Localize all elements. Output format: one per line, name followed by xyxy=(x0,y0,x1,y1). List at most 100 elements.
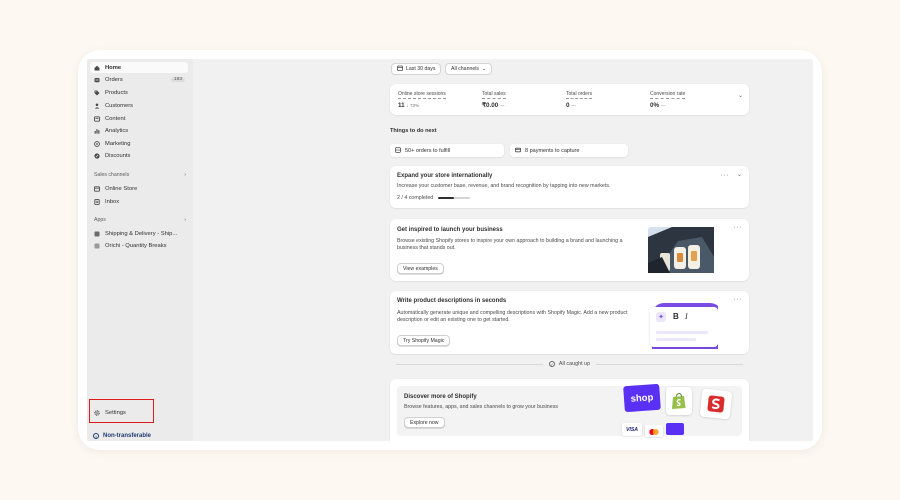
shopify-logo xyxy=(666,387,692,415)
settings-highlight-box xyxy=(89,399,154,423)
metrics-card[interactable]: Online store sessions 11 ↓ 73% Total sal… xyxy=(390,84,749,115)
metric-total-orders[interactable]: Total orders 0 — xyxy=(566,91,593,109)
task-label: 8 payments to capture xyxy=(525,147,580,154)
channels-label: All channels xyxy=(451,66,479,72)
all-caught-up-label: All caught up xyxy=(558,361,591,367)
card-title: Write product descriptions in seconds xyxy=(397,298,507,304)
metric-delta: — xyxy=(500,103,505,108)
metric-delta: ↓ 73% xyxy=(406,103,420,108)
card-title: Get inspired to launch your business xyxy=(397,227,503,233)
more-options-icon[interactable]: ··· xyxy=(734,224,743,231)
sales-channels-header[interactable]: Sales channels › xyxy=(94,172,186,178)
task-label: 50+ orders to fulfill xyxy=(405,147,451,154)
non-transferable-label: Non-transferable xyxy=(103,433,152,439)
magic-editor-illustration: ✦ B I xyxy=(648,301,718,349)
card-description: Browse features, apps, and sales channel… xyxy=(404,404,558,410)
apps-header[interactable]: Apps › xyxy=(94,217,186,223)
orders-count-badge: 193 xyxy=(170,77,185,82)
all-caught-up-divider: ✓ All caught up xyxy=(390,361,749,367)
sidebar-item-label: Customers xyxy=(105,102,134,109)
sidebar-item-customers[interactable]: Customers xyxy=(90,100,188,111)
non-transferable-notice[interactable]: i Non-transferable xyxy=(93,433,151,439)
sidebar-item-orichi-app[interactable]: Orichi - Quantity Breaks xyxy=(90,240,188,251)
info-icon: i xyxy=(93,433,99,439)
payment-icon xyxy=(515,147,521,155)
metric-label: Conversion rate xyxy=(650,91,686,99)
content-icon xyxy=(94,115,100,122)
things-to-do-heading: Things to do next xyxy=(390,128,437,134)
sidebar-item-inbox[interactable]: Inbox xyxy=(90,196,188,207)
tag-icon xyxy=(94,90,100,96)
try-shopify-magic-button[interactable]: Try Shopify Magic xyxy=(397,335,451,346)
expand-internationally-card[interactable]: Expand your store internationally Increa… xyxy=(390,166,749,208)
metric-value: 0% xyxy=(650,102,660,109)
sidebar-item-label: Products xyxy=(105,89,128,96)
explore-now-button[interactable]: Explore now xyxy=(404,417,445,428)
chevron-down-icon[interactable]: ⌄ xyxy=(737,171,742,178)
checkmark-circle-icon: ✓ xyxy=(548,361,555,367)
italic-icon: I xyxy=(685,312,688,321)
chevron-down-icon[interactable]: ⌄ xyxy=(738,92,743,99)
card-title: Expand your store internationally xyxy=(397,173,493,179)
bold-icon: B xyxy=(673,312,679,321)
bar-chart-icon xyxy=(94,128,100,134)
inbox-icon xyxy=(94,198,100,205)
shopify-bag-icon xyxy=(672,392,686,409)
shop-app-logo: shop xyxy=(623,383,661,413)
view-examples-button[interactable]: View examples xyxy=(397,263,444,274)
progress-label: 2 / 4 completed xyxy=(397,195,434,201)
sidebar-item-orders[interactable]: Orders 193 xyxy=(90,74,188,85)
sidebar-item-label: Content xyxy=(105,115,126,122)
sidebar-item-content[interactable]: Content xyxy=(90,113,188,124)
metric-sessions[interactable]: Online store sessions 11 ↓ 73% xyxy=(398,91,446,109)
sidebar-item-online-store[interactable]: Online Store xyxy=(90,183,188,194)
store-app-logo xyxy=(699,388,733,420)
metric-label: Total sales xyxy=(482,91,506,99)
editor-toolbar: ✦ B I xyxy=(650,307,718,347)
more-options-icon[interactable]: ··· xyxy=(721,172,730,179)
metric-delta: — xyxy=(660,103,666,108)
product-descriptions-card[interactable]: Write product descriptions in seconds Au… xyxy=(390,291,749,354)
channels-dropdown[interactable]: All channels ⌄ xyxy=(445,63,493,75)
card-title: Discover more of Shopify xyxy=(404,394,477,400)
target-icon xyxy=(94,140,100,147)
metric-label: Online store sessions xyxy=(398,91,446,99)
editor-text-line xyxy=(656,338,696,341)
card-description: Increase your customer base, revenue, an… xyxy=(397,183,611,189)
sidebar-item-discounts[interactable]: Discounts xyxy=(90,150,188,161)
sidebar-item-home[interactable]: Home xyxy=(90,62,188,73)
box-icon xyxy=(395,146,401,155)
progress-bar xyxy=(438,197,471,199)
main-content: Last 30 days All channels ⌄ Online store… xyxy=(193,59,813,441)
chevron-right-icon: › xyxy=(184,172,186,178)
more-options-icon[interactable]: ··· xyxy=(734,296,743,303)
metric-label: Total orders xyxy=(566,91,593,99)
store-examples-illustration xyxy=(648,227,714,273)
sidebar-item-marketing[interactable]: Marketing xyxy=(90,138,188,149)
progress-row: 2 / 4 completed xyxy=(397,195,471,201)
metric-total-sales[interactable]: Total sales ₹0.00 — xyxy=(482,91,506,109)
task-orders-to-fulfill[interactable]: 50+ orders to fulfill xyxy=(390,144,504,157)
metric-conversion-rate[interactable]: Conversion rate 0% — xyxy=(650,91,686,109)
sidebar-item-label: Shipping & Delivery - Ship... xyxy=(105,230,178,237)
sidebar-item-analytics[interactable]: Analytics xyxy=(90,125,188,136)
visa-logo: VISA xyxy=(622,423,642,436)
shop-pay-logo xyxy=(666,423,684,435)
red-app-icon xyxy=(707,395,725,413)
chevron-down-icon: ⌄ xyxy=(481,66,487,72)
card-description: Browse existing Shopify stores to inspir… xyxy=(397,238,623,252)
sidebar-item-label: Analytics xyxy=(105,127,129,134)
person-icon xyxy=(94,103,100,109)
date-range-button[interactable]: Last 30 days xyxy=(391,63,442,75)
sidebar-item-shipping-app[interactable]: Shipping & Delivery - Ship... xyxy=(90,228,188,239)
sidebar-item-label: Orichi - Quantity Breaks xyxy=(105,242,167,249)
get-inspired-card[interactable]: Get inspired to launch your business Bro… xyxy=(390,219,749,281)
store-icon xyxy=(94,185,100,192)
task-payments-to-capture[interactable]: 8 payments to capture xyxy=(510,144,628,157)
apps-label: Apps xyxy=(94,217,106,223)
sidebar-item-label: Marketing xyxy=(105,140,131,147)
card-description: Automatically generate unique and compel… xyxy=(397,310,628,324)
sparkle-icon: ✦ xyxy=(656,312,666,322)
sidebar-item-products[interactable]: Products xyxy=(90,87,188,98)
discover-shopify-card[interactable]: Discover more of Shopify Browse features… xyxy=(390,379,749,441)
